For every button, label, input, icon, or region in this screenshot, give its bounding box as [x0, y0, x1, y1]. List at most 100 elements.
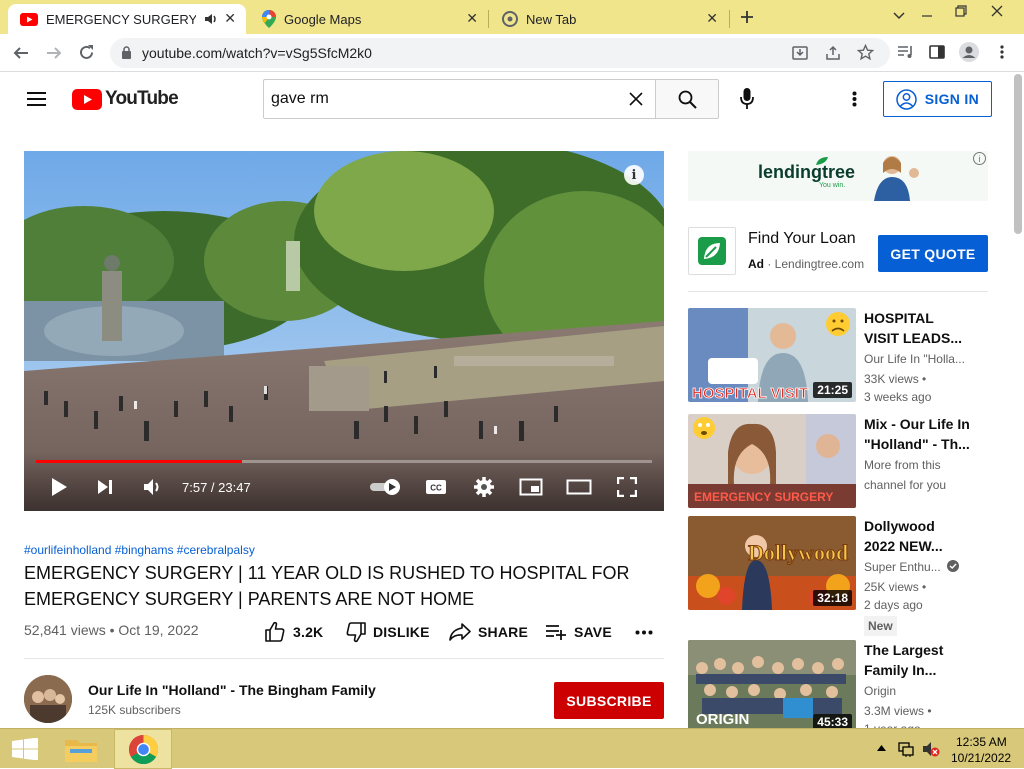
recommended-channel[interactable]: Our Life In "Holla...	[864, 352, 965, 366]
install-app-icon[interactable]	[792, 45, 808, 61]
speaker-icon[interactable]	[204, 13, 218, 25]
captions-button[interactable]: CC	[422, 475, 450, 499]
forward-arrow-icon[interactable]	[46, 45, 62, 61]
thumbnail-caption: HOSPITAL VISIT	[692, 385, 808, 402]
minimize-icon[interactable]	[921, 10, 933, 22]
recommended-title-line-1: The Largest	[864, 642, 944, 658]
progress-bar[interactable]	[36, 460, 652, 463]
browser-menu-icon[interactable]	[999, 44, 1005, 60]
ad-label: Ad	[748, 257, 764, 271]
recommended-mix[interactable]: EMERGENCY SURGERY Mix - Our Life In "Hol…	[688, 414, 988, 514]
save-button[interactable]: SAVE	[545, 620, 612, 644]
subscribe-button[interactable]: SUBSCRIBE	[554, 682, 664, 719]
play-button[interactable]	[46, 475, 72, 499]
profile-avatar-icon[interactable]	[959, 42, 979, 62]
video-player[interactable]: i 7:57 / 23:47 CC	[24, 151, 664, 511]
page-scrollbar[interactable]	[1012, 72, 1024, 728]
channel-name[interactable]: Our Life In "Holland" - The Bingham Fami…	[88, 682, 376, 698]
taskbar-clock-date[interactable]: 10/21/2022	[951, 751, 1011, 765]
settings-more-icon[interactable]	[852, 91, 857, 107]
taskbar-clock-time[interactable]: 12:35 AM	[956, 735, 1007, 749]
ad-banner[interactable]: lendingtree You win.	[688, 151, 988, 201]
share-page-icon[interactable]	[825, 45, 841, 61]
back-arrow-icon[interactable]	[13, 45, 29, 61]
recommended-video[interactable]: ORIGIN 45:33 The Largest Family In... Or…	[688, 640, 988, 728]
lock-icon[interactable]	[121, 46, 132, 59]
microphone-icon[interactable]	[740, 88, 754, 110]
new-tab-plus-icon[interactable]	[740, 10, 754, 24]
tab-search-chevron-icon[interactable]	[893, 12, 905, 20]
media-control-icon[interactable]	[897, 44, 915, 60]
tab-google-maps[interactable]: Google Maps ✕	[250, 4, 488, 34]
volume-muted-icon[interactable]	[922, 741, 940, 757]
ad-logo[interactable]	[688, 227, 736, 275]
ad-title[interactable]: Find Your Loan	[748, 230, 856, 248]
video-hashtags[interactable]: #ourlifeinholland #binghams #cerebralpal…	[24, 543, 255, 557]
scrollbar-thumb[interactable]	[1014, 74, 1022, 234]
video-thumbnail[interactable]: Dollywood 32:18	[688, 516, 856, 610]
close-window-icon[interactable]	[991, 5, 1003, 17]
tab-youtube[interactable]: EMERGENCY SURGERY | 11 Y ✕	[8, 4, 246, 34]
video-thumbnail[interactable]: ORIGIN 45:33	[688, 640, 856, 728]
like-button[interactable]: 3.2K	[264, 620, 323, 644]
more-actions-icon[interactable]	[635, 630, 653, 635]
ad-info-icon[interactable]: i	[973, 152, 986, 165]
close-tab-icon[interactable]: ✕	[706, 10, 718, 27]
recommended-channel[interactable]: Origin	[864, 684, 896, 698]
youtube-logo[interactable]: YouTube	[72, 88, 179, 110]
recommended-video[interactable]: HOSPITAL VISIT 21:25 HOSPITAL VISIT LEAD…	[688, 308, 988, 408]
share-button[interactable]: SHARE	[449, 620, 528, 644]
recommended-title-line-1: Mix - Our Life In	[864, 416, 970, 432]
video-duration: 21:25	[813, 382, 852, 398]
thumbnail-caption: ORIGIN	[696, 711, 749, 728]
chrome-taskbar-button[interactable]	[114, 729, 172, 769]
next-button[interactable]	[92, 475, 118, 499]
view-count-date: 52,841 views • Oct 19, 2022	[24, 622, 199, 638]
file-explorer-icon[interactable]	[64, 735, 98, 763]
restore-icon[interactable]	[955, 5, 967, 17]
get-quote-button[interactable]: GET QUOTE	[878, 235, 988, 272]
tab-title: Google Maps	[284, 11, 362, 27]
settings-button[interactable]	[471, 475, 497, 499]
sign-in-button[interactable]: SIGN IN	[883, 81, 992, 117]
share-label: SHARE	[478, 624, 529, 640]
show-hidden-icons-icon[interactable]	[877, 745, 886, 751]
recommended-views: channel for you	[864, 478, 947, 492]
network-icon[interactable]	[898, 741, 914, 757]
recommended-views: 25K views •	[864, 580, 927, 594]
ad-banner-brand: lendingtree	[758, 162, 856, 182]
tab-title: EMERGENCY SURGERY | 11 Y	[46, 11, 196, 27]
recommended-title[interactable]: HOSPITAL VISIT LEADS...	[864, 308, 980, 348]
new-badge: New	[864, 616, 897, 636]
close-tab-icon[interactable]: ✕	[224, 10, 236, 27]
tab-new-tab[interactable]: New Tab ✕	[490, 4, 728, 34]
recommended-title[interactable]: The Largest Family In...	[864, 640, 980, 680]
hamburger-menu-icon[interactable]	[27, 91, 46, 107]
recommended-video[interactable]: Dollywood 32:18 Dollywood 2022 NEW... Su…	[688, 516, 988, 636]
recommended-channel[interactable]: Super Enthu...	[864, 560, 960, 574]
address-bar[interactable]: youtube.com/watch?v=vSg5SfcM2k0	[110, 38, 890, 68]
reload-icon[interactable]	[78, 44, 95, 61]
recommended-title[interactable]: Dollywood 2022 NEW...	[864, 516, 980, 556]
dislike-button[interactable]: DISLIKE	[345, 620, 430, 644]
clear-search-icon[interactable]	[629, 92, 643, 106]
ad-banner-person-image	[874, 156, 919, 201]
fullscreen-button[interactable]	[614, 475, 640, 499]
windows-start-icon[interactable]	[12, 738, 38, 760]
side-panel-icon[interactable]	[929, 44, 945, 60]
channel-avatar[interactable]	[24, 675, 72, 723]
bookmark-star-icon[interactable]	[857, 44, 874, 61]
autoplay-toggle[interactable]	[368, 475, 404, 499]
video-thumbnail[interactable]: EMERGENCY SURGERY	[688, 414, 856, 508]
video-thumbnail[interactable]: HOSPITAL VISIT 21:25	[688, 308, 856, 402]
mute-button[interactable]	[140, 475, 166, 499]
recommended-title-line-2: "Holland" - Th...	[864, 436, 970, 452]
recommended-title[interactable]: Mix - Our Life In "Holland" - Th...	[864, 414, 980, 454]
recommended-meta: 3.3M views • 1 year ago	[864, 702, 932, 728]
video-info-icon[interactable]: i	[624, 165, 644, 185]
theater-mode-button[interactable]	[566, 475, 592, 499]
close-tab-icon[interactable]: ✕	[466, 10, 478, 27]
miniplayer-button[interactable]	[518, 475, 544, 499]
search-button[interactable]	[655, 79, 719, 119]
search-input[interactable]: gave rm	[263, 79, 656, 119]
